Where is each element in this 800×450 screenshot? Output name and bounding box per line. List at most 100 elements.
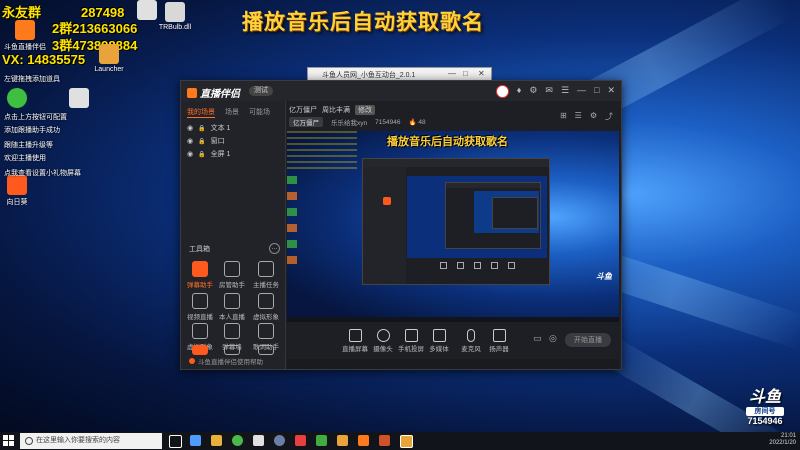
room-number-label: 房间号 (746, 407, 784, 416)
steam-icon[interactable] (274, 435, 285, 446)
app-icon[interactable] (253, 435, 264, 446)
desktop-icon-launcher[interactable]: Launcher (82, 44, 136, 73)
mini-window-title: 斗鱼人员网_小鱼互动台_2.0.1 (322, 72, 416, 79)
lock-icon[interactable]: 🔒 (198, 151, 205, 158)
edge-icon[interactable] (190, 435, 201, 446)
scene-label: 窗口 (210, 138, 225, 145)
control-bar: 直播屏幕 摄像头 手机投屏 多媒体 麦克风 扬声器 ▭ ◎ ⚙ 开始直播 (287, 325, 619, 359)
start-live-button[interactable]: 开始直播 (565, 333, 611, 347)
live-companion-window[interactable]: 直播伴侣 测试 ♦ ⚙ ✉ ☰ — □ ✕ 我的场景 场景 可能场 ◉ 🔒 文本 1… (180, 80, 622, 370)
tool-host-task[interactable]: 主播任务 (251, 261, 281, 289)
avatar[interactable] (495, 85, 509, 98)
desktop-icon[interactable] (52, 88, 106, 110)
scene-item[interactable]: ◉ 🔒 窗口 (187, 136, 225, 146)
left-panel: 我的场景 场景 可能场 ◉ 🔒 文本 1 ◉ 🔒 窗口 ◉ 🔒 全屏 1 工具箱 … 弹幕助… (181, 101, 286, 369)
app-icon[interactable] (316, 435, 327, 446)
room-title: 亿万僵尸 (289, 107, 317, 114)
douyu-companion-taskbar-icon[interactable] (400, 435, 413, 448)
desktop-text: 左键拖拽添加道具 (4, 76, 60, 83)
explorer-icon[interactable] (211, 435, 222, 446)
clock-date: 2022/1/20 (769, 440, 796, 446)
clock-time: 21:01 (780, 433, 796, 439)
tab-scenes[interactable]: 场景 (225, 107, 239, 118)
desktop-icon-douyu[interactable]: 斗鱼直播伴侣 (0, 20, 52, 52)
desktop: 永友群 287498 2群213663066 3群473898884 VX: 14… (0, 0, 800, 432)
room-subheader: 亿万僵尸 乐乐给我xyn 7154946 🔥 48 (289, 117, 426, 127)
desktop-text: 点击上方按钮可配置 (4, 114, 67, 121)
tab-possible[interactable]: 可能场 (249, 107, 270, 118)
windows-start-icon[interactable] (3, 435, 15, 447)
overlay-line-4: VX: 14835575 (2, 52, 86, 67)
gear-icon[interactable]: ⚙ (529, 85, 537, 98)
eye-icon[interactable]: ◉ (187, 124, 193, 132)
tool-danmaku[interactable]: 弹幕助手 (185, 261, 215, 289)
douyu-watermark: 斗鱼 房间号 7154946 (744, 390, 786, 426)
app-icon[interactable] (295, 435, 306, 446)
eye-icon[interactable]: ◉ (187, 137, 193, 145)
preview-douyu-logo: 斗鱼 (596, 272, 612, 281)
scene-label: 全屏 1 (210, 151, 231, 158)
record-icon[interactable]: ▭ (533, 333, 542, 344)
app-icon[interactable] (358, 435, 369, 446)
category-chip[interactable]: 亿万僵尸 (289, 117, 323, 127)
tab-my-scenes[interactable]: 我的场景 (187, 107, 215, 118)
title-bar[interactable]: 直播伴侣 测试 ♦ ⚙ ✉ ☰ — □ ✕ (181, 81, 621, 101)
target-icon[interactable]: ◎ (549, 333, 557, 344)
desktop-icon[interactable] (0, 88, 44, 110)
menu-icon[interactable]: ☰ (561, 85, 569, 98)
close-icon[interactable]: ✕ (478, 69, 485, 78)
share-icon[interactable]: ⤴ (605, 111, 613, 122)
maximize-icon[interactable]: □ (463, 69, 468, 78)
desktop-icon-sunflower[interactable]: 向日葵 (0, 175, 44, 207)
settings-icon[interactable]: ⚙ (590, 111, 597, 122)
scene-label: 文本 1 (210, 125, 231, 132)
more-icon[interactable]: … (269, 243, 280, 254)
desktop-text: 欢迎主播使用 (4, 155, 46, 162)
media-button[interactable]: 多媒体 (425, 329, 453, 353)
microphone-button[interactable]: 麦克风 (457, 329, 485, 353)
close-icon[interactable]: ✕ (607, 85, 615, 98)
room-header: 亿万僵尸 周比丰满 修改 (289, 105, 375, 115)
taskbar: 在这里输入你要搜索的内容 21:01 2022/1/20 (0, 432, 800, 450)
tool-self-live[interactable]: 本人直播 (217, 293, 247, 321)
tool-video-live[interactable]: 视频直播 (185, 293, 215, 321)
camera-button[interactable]: 摄像头 (369, 329, 397, 353)
lock-icon[interactable]: 🔒 (198, 138, 205, 145)
headline: 播放音乐后自动获取歌名 (242, 11, 484, 34)
lock-icon[interactable]: 🔒 (198, 125, 205, 132)
system-tray-clock[interactable]: 21:01 2022/1/20 (769, 433, 796, 447)
phone-cast-button[interactable]: 手机投屏 (397, 329, 425, 353)
tool-room-admin[interactable]: 房管助手 (217, 261, 247, 289)
edit-button[interactable]: 修改 (355, 105, 375, 115)
preview-canvas[interactable]: 播放音乐后自动获取歌名 斗鱼 (287, 131, 619, 322)
app-icon[interactable] (337, 435, 348, 446)
desktop-icon-dll[interactable]: TRBulb.dll (148, 2, 202, 31)
search-input[interactable]: 在这里输入你要搜索的内容 (20, 433, 162, 449)
hot-count: 🔥 48 (408, 119, 426, 126)
task-view-icon[interactable] (169, 435, 182, 448)
app-icon[interactable] (232, 435, 243, 446)
douyu-logo: 斗鱼 (748, 389, 781, 406)
screen-capture-button[interactable]: 直播屏幕 (341, 329, 369, 353)
eye-icon[interactable]: ◉ (187, 150, 193, 158)
minimize-icon[interactable]: — (448, 69, 456, 78)
room-number: 7154946 (747, 416, 783, 426)
tool-avatar[interactable]: 虚拟形象 (251, 293, 281, 321)
toolbox-title: 工具箱 (189, 246, 210, 253)
app-icon[interactable] (379, 435, 390, 446)
scene-item[interactable]: ◉ 🔒 文本 1 (187, 123, 230, 133)
speaker-button[interactable]: 扬声器 (485, 329, 513, 353)
minimize-icon[interactable]: — (577, 85, 586, 98)
preview-headline: 播放音乐后自动获取歌名 (387, 136, 508, 148)
scene-item[interactable]: ◉ 🔒 全屏 1 (187, 149, 230, 159)
mail-icon[interactable]: ✉ (545, 85, 553, 98)
desktop-text: 添加跟播助手成功 (4, 127, 60, 134)
help-note[interactable]: 斗鱼直播伴侣使用帮助 (189, 356, 263, 366)
preview-nested-window (362, 158, 550, 285)
preview-overlay-text (287, 131, 357, 171)
maximize-icon[interactable]: □ (594, 85, 599, 98)
version-badge[interactable]: 测试 (249, 86, 273, 96)
layout-icon[interactable]: ⊞ (560, 111, 567, 122)
gift-icon[interactable]: ♦ (517, 85, 522, 98)
list-icon[interactable]: ☰ (575, 111, 582, 122)
